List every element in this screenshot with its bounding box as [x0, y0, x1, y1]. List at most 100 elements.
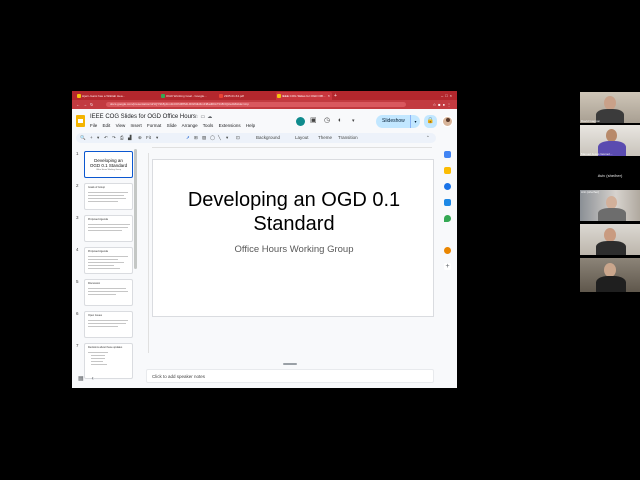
new-tab-icon[interactable]: +	[332, 92, 340, 100]
thumb-text-line	[91, 358, 105, 359]
thumb-text-line	[88, 268, 120, 269]
avatar[interactable]	[442, 116, 453, 127]
camera-icon[interactable]: ◐	[338, 117, 342, 125]
browser-tab-3[interactable]: 2305.01.64.pdf	[218, 92, 278, 100]
paint-format-icon[interactable]: ▟	[128, 133, 131, 143]
slides-logo-icon[interactable]	[76, 115, 85, 127]
speaker-notes-field[interactable]: Click to add speaker notes	[146, 369, 434, 383]
shape-icon[interactable]: ◯	[210, 133, 215, 143]
contacts-icon[interactable]	[444, 199, 451, 206]
slide-thumbnail-5[interactable]: Discussion	[84, 279, 133, 306]
layout-button[interactable]: Layout	[295, 133, 309, 143]
background-button[interactable]: Background	[256, 133, 280, 143]
participant-tile-3[interactable]: Aviv (she/her)	[580, 164, 640, 188]
thumb-text-line	[88, 224, 130, 225]
calendar-icon[interactable]	[444, 151, 451, 158]
menu-format[interactable]: Format	[147, 123, 161, 128]
menu-view[interactable]: View	[116, 123, 126, 128]
menu-slide[interactable]: Slide	[167, 123, 177, 128]
browser-menu-icon[interactable]: ⋮	[447, 102, 453, 107]
transition-button[interactable]: Transition	[338, 133, 358, 143]
browser-tab-2[interactable]: OGD Working Goal - Google...	[160, 92, 224, 100]
menu-help[interactable]: Help	[246, 123, 255, 128]
thumb-subtitle: Office Hours Working Group	[95, 169, 122, 171]
new-slide-dropdown-icon[interactable]: ▾	[97, 133, 99, 143]
comment-add-icon[interactable]: ⊡	[236, 133, 240, 143]
filmstrip-scrollbar[interactable]	[134, 149, 137, 269]
menu-file[interactable]: File	[90, 123, 97, 128]
new-slide-icon[interactable]: +	[90, 133, 93, 143]
reload-icon[interactable]: ↻	[90, 102, 96, 107]
thumb-text-line	[88, 192, 128, 193]
collapse-filmstrip-icon[interactable]: ‹	[92, 376, 102, 382]
slide-thumbnail-3[interactable]: Proposed Agenda	[84, 215, 133, 242]
meet-icon[interactable]	[296, 117, 305, 126]
slide-thumbnail-6[interactable]: Open Issues	[84, 311, 133, 338]
slide-thumbnail-7[interactable]: Decisions about these updates	[84, 343, 133, 379]
addon-icon[interactable]	[444, 247, 451, 254]
browser-tab-1[interactable]: Hjern-Garsi has a Wikitab Hea...	[76, 92, 156, 100]
text-box-icon[interactable]: ⊞	[194, 133, 198, 143]
zoom-dropdown-icon[interactable]: ▾	[156, 133, 158, 143]
participant-tile-4[interactable]: Arin (she/her)	[580, 190, 640, 221]
tab-label: OGD Working Goal - Google...	[166, 94, 207, 98]
thumb-text-line	[88, 352, 108, 353]
vertical-ruler	[144, 153, 149, 353]
participant-tile-1[interactable]: David Gagnon	[580, 92, 640, 123]
collapse-toolbar-icon[interactable]: ⌃	[426, 133, 430, 143]
view-toggle-icons: ▦‹	[78, 375, 102, 382]
close-window-icon[interactable]: ×	[450, 93, 454, 98]
slideshow-button[interactable]: Slideshow ▾	[376, 115, 420, 128]
filmstrip: 1 Developing an OGD 0.1 Standard Office …	[76, 149, 138, 381]
browser-tab-active[interactable]: IEEE COG Slides for OGD Offi... ×	[276, 92, 332, 100]
zoom-level[interactable]: Fit	[146, 133, 151, 143]
keep-icon[interactable]	[444, 167, 451, 174]
maps-icon[interactable]	[444, 215, 451, 222]
close-tab-icon[interactable]: ×	[328, 92, 330, 100]
search-menus-icon[interactable]: 🔍	[80, 133, 86, 143]
menu-tools[interactable]: Tools	[203, 123, 214, 128]
slideshow-dropdown-icon[interactable]: ▾	[410, 115, 420, 128]
notes-resize-handle[interactable]	[283, 363, 297, 365]
slide-thumbnail-1[interactable]: Developing an OGD 0.1 Standard Office Ho…	[84, 151, 133, 178]
version-history-icon[interactable]: ◷	[324, 117, 330, 125]
slide-title[interactable]: Developing an OGD 0.1 Standard	[153, 188, 435, 236]
cloud-status-icon[interactable]: ☁	[207, 114, 214, 120]
slide-thumbnail-4[interactable]: Proposed Agenda	[84, 247, 133, 274]
image-icon[interactable]: ▨	[202, 133, 206, 143]
menu-extensions[interactable]: Extensions	[219, 123, 241, 128]
menu-insert[interactable]: Insert	[131, 123, 142, 128]
line-dropdown-icon[interactable]: ▾	[226, 133, 228, 143]
slide-thumbnail-2[interactable]: Goals of Group	[84, 183, 133, 210]
slide-subtitle[interactable]: Office Hours Working Group	[153, 244, 435, 255]
theme-button[interactable]: Theme	[318, 133, 332, 143]
forward-icon[interactable]: →	[83, 102, 90, 107]
chevron-down-icon[interactable]: ▾	[352, 117, 355, 125]
participant-name: Aviv (she/her)	[597, 173, 623, 178]
undo-icon[interactable]: ↶	[104, 133, 108, 143]
share-lock-icon[interactable]: 🔒	[424, 115, 437, 128]
participant-tile-2[interactable]: Manuel Jesus Gomez...	[580, 125, 640, 156]
thumb-text-line	[91, 364, 107, 365]
tasks-icon[interactable]	[444, 183, 451, 190]
print-icon[interactable]: ⎙	[120, 133, 124, 143]
participant-tile-6[interactable]	[580, 258, 640, 292]
thumb-text-line	[88, 198, 126, 199]
zoom-icon[interactable]: ⊕	[138, 133, 142, 143]
grid-view-icon[interactable]: ▦	[78, 376, 92, 382]
window-controls: –□×	[441, 92, 454, 99]
url-field[interactable]: docs.google.com/presentation/d/1QY9b8y1l…	[106, 102, 406, 107]
back-icon[interactable]: ←	[76, 102, 83, 107]
redo-icon[interactable]: ↷	[112, 133, 116, 143]
select-tool-icon[interactable]: ➚	[186, 133, 190, 143]
line-icon[interactable]: ╲	[218, 133, 221, 143]
comments-icon[interactable]: ▣	[310, 117, 317, 125]
menu-arrange[interactable]: Arrange	[182, 123, 198, 128]
menu-edit[interactable]: Edit	[103, 123, 111, 128]
participant-tile-5[interactable]	[580, 224, 640, 255]
slide-canvas[interactable]: Developing an OGD 0.1 Standard Office Ho…	[152, 159, 434, 317]
side-panel: +	[439, 133, 457, 388]
add-addon-icon[interactable]: +	[444, 263, 451, 270]
document-title[interactable]: IEEE COG Slides for OGD Office Hours	[90, 114, 196, 120]
thumb-text-line	[88, 265, 114, 266]
